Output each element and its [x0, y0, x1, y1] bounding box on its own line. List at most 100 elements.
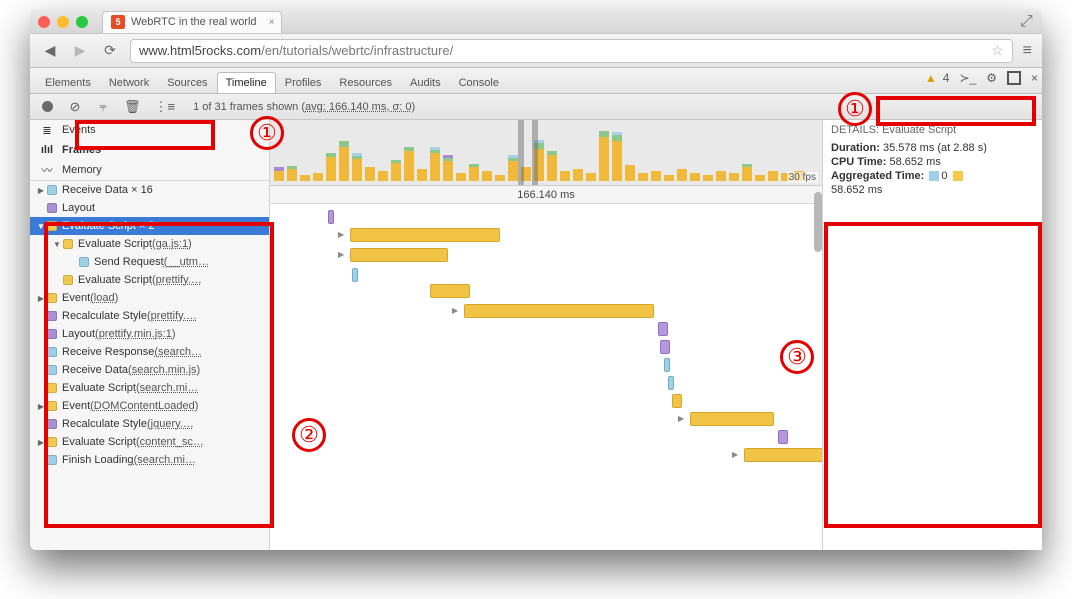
flame-bar[interactable]: [668, 376, 674, 390]
zoom-window-icon[interactable]: [76, 16, 88, 28]
record-row[interactable]: Receive Data (search.min.js): [30, 361, 269, 379]
overview-bar: [612, 132, 622, 181]
record-row[interactable]: ▶Event (DOMContentLoaded): [30, 397, 269, 415]
html5-favicon-icon: 5: [111, 15, 125, 29]
flame-bar[interactable]: [690, 412, 774, 426]
record-row[interactable]: Recalculate Style (jquery.…: [30, 415, 269, 433]
overview-bar: [508, 155, 518, 181]
devtools-tab-network[interactable]: Network: [100, 72, 158, 93]
close-window-icon[interactable]: [38, 16, 50, 28]
flame-bar[interactable]: ▶: [338, 250, 344, 259]
window-titlebar: 5 WebRTC in the real world × ⤢: [30, 10, 1042, 34]
record-row[interactable]: Evaluate Script (prettify.…: [30, 271, 269, 289]
flame-bar[interactable]: [328, 210, 334, 224]
browser-tab[interactable]: 5 WebRTC in the real world ×: [102, 11, 282, 33]
record-row[interactable]: Send Request (__utm…: [30, 253, 269, 271]
fullscreen-icon[interactable]: ⤢: [1020, 13, 1034, 27]
view-modes: ≣EventsılılFrames〰Memory: [30, 120, 269, 181]
record-row[interactable]: ▶Event (load): [30, 289, 269, 307]
flame-bar[interactable]: [660, 340, 670, 354]
devtools-tab-audits[interactable]: Audits: [401, 72, 450, 93]
minimize-window-icon[interactable]: [57, 16, 69, 28]
reload-icon[interactable]: ⟳: [100, 41, 120, 61]
record-row[interactable]: ▼Evaluate Script × 2: [30, 217, 269, 235]
flame-bar[interactable]: ▶: [732, 450, 738, 459]
mode-icon: ≣: [40, 124, 54, 137]
forward-icon[interactable]: ▶: [70, 41, 90, 61]
overview-bar: [586, 173, 596, 181]
details-panel: DETAILS: Evaluate Script Duration: 35.57…: [822, 120, 1042, 550]
flame-bar[interactable]: [664, 358, 670, 372]
flame-bar[interactable]: [744, 448, 822, 462]
left-panel: ≣EventsılılFrames〰Memory ▶Receive Data ×…: [30, 120, 270, 550]
filter-icon[interactable]: ⫧: [96, 99, 110, 115]
record-row[interactable]: ▼Evaluate Script (ga.js:1): [30, 235, 269, 253]
record-row[interactable]: Recalculate Style (prettify.…: [30, 307, 269, 325]
devtools-tab-resources[interactable]: Resources: [330, 72, 401, 93]
flame-bar[interactable]: [658, 322, 668, 336]
mode-memory[interactable]: 〰Memory: [30, 160, 269, 180]
mode-icon: ılıl: [40, 144, 54, 156]
records-tree[interactable]: ▶Receive Data × 16Layout▼Evaluate Script…: [30, 181, 269, 550]
flame-bar[interactable]: ▶: [452, 306, 458, 315]
clear-icon[interactable]: ⊘: [68, 99, 82, 115]
garbage-collect-icon[interactable]: 🗑: [124, 99, 141, 115]
settings-gear-icon[interactable]: ⚙: [986, 71, 997, 85]
flame-chart[interactable]: ▶ ▶ ▶ ▶ ▶: [270, 204, 822, 550]
record-row[interactable]: ▶Evaluate Script (content_sc…: [30, 433, 269, 451]
devtools-tab-console[interactable]: Console: [450, 72, 508, 93]
overview-bar: [456, 173, 466, 181]
overview-handle-right[interactable]: [532, 120, 538, 185]
devtools-tab-profiles[interactable]: Profiles: [276, 72, 331, 93]
close-devtools-icon[interactable]: ×: [1031, 71, 1038, 85]
bookmark-star-icon[interactable]: ☆: [991, 42, 1004, 59]
flame-bar[interactable]: [672, 394, 682, 408]
record-row[interactable]: Receive Response (search…: [30, 343, 269, 361]
tab-title: WebRTC in the real world: [131, 16, 257, 28]
overview-strip[interactable]: 30 fps: [270, 120, 822, 186]
overview-bar: [742, 164, 752, 181]
overview-handle-left[interactable]: [518, 120, 524, 185]
scrollbar-thumb[interactable]: [814, 192, 822, 252]
flame-bar[interactable]: ▶: [338, 230, 344, 239]
dock-side-icon[interactable]: [1007, 71, 1021, 85]
overview-bar: [560, 171, 570, 181]
overview-bar: [417, 169, 427, 181]
devtools-tab-sources[interactable]: Sources: [158, 72, 216, 93]
back-icon[interactable]: ◀: [40, 41, 60, 61]
flame-bar[interactable]: [350, 248, 448, 262]
record-row[interactable]: Layout: [30, 199, 269, 217]
overview-bar: [664, 175, 674, 181]
overview-bar: [378, 171, 388, 181]
mode-frames[interactable]: ılılFrames: [30, 140, 269, 160]
overview-bar: [391, 160, 401, 181]
tab-close-icon[interactable]: ×: [269, 17, 275, 28]
flame-bar[interactable]: [430, 284, 470, 298]
record-icon[interactable]: [40, 101, 54, 112]
warning-icon[interactable]: ▲: [925, 71, 937, 85]
flame-bar[interactable]: [350, 228, 500, 242]
url-path: /en/tutorials/webrtc/infrastructure/: [261, 43, 453, 58]
devtools-tabbar: ElementsNetworkSourcesTimelineProfilesRe…: [30, 68, 1042, 94]
flame-chart-icon[interactable]: ⋮≡: [155, 99, 176, 115]
overview-bar: [274, 167, 284, 181]
legend-scripting-icon: [953, 171, 963, 181]
overview-bar: [365, 167, 375, 181]
mode-events[interactable]: ≣Events: [30, 120, 269, 140]
flame-bar[interactable]: ▶: [678, 414, 684, 423]
devtools-tab-elements[interactable]: Elements: [36, 72, 100, 93]
chrome-menu-icon[interactable]: ≡: [1023, 42, 1032, 60]
record-row[interactable]: Finish Loading (search.mi…: [30, 451, 269, 469]
devtools-tab-timeline[interactable]: Timeline: [217, 72, 276, 93]
flame-bar[interactable]: [352, 268, 358, 282]
address-bar[interactable]: www.html5rocks.com/en/tutorials/webrtc/i…: [130, 39, 1013, 63]
record-row[interactable]: ▶Receive Data × 16: [30, 181, 269, 199]
overview-bar: [404, 147, 414, 181]
mode-icon: 〰: [40, 162, 54, 178]
record-row[interactable]: Evaluate Script (search.mi…: [30, 379, 269, 397]
warning-count[interactable]: 4: [943, 71, 950, 85]
record-row[interactable]: Layout (prettify.min.js:1): [30, 325, 269, 343]
flame-bar[interactable]: [778, 430, 788, 444]
console-drawer-icon[interactable]: ≻_: [959, 71, 976, 85]
flame-bar[interactable]: [464, 304, 654, 318]
